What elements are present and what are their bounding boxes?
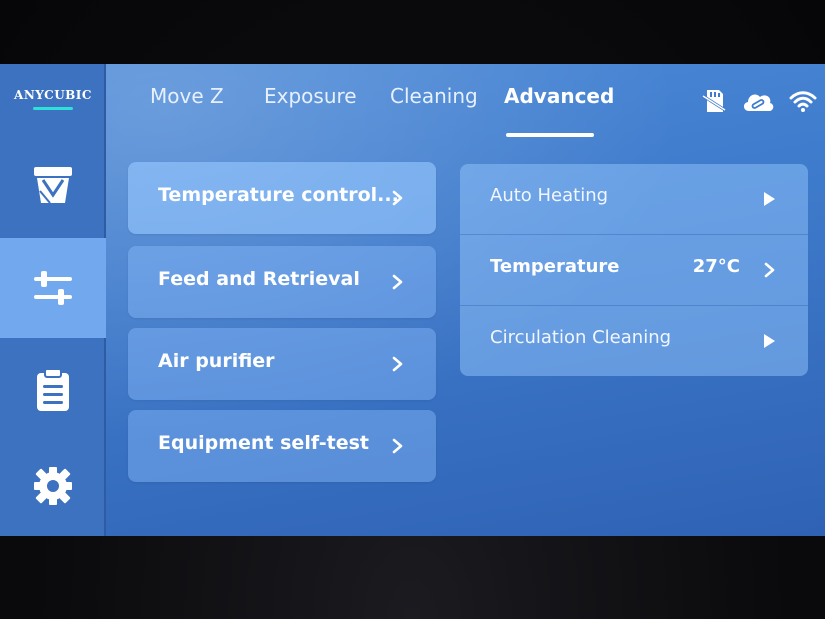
resin-vat-icon bbox=[34, 167, 72, 204]
gear-icon bbox=[34, 467, 72, 505]
active-tab-indicator bbox=[506, 133, 594, 137]
chevron-right-icon bbox=[764, 262, 775, 278]
temperature-row[interactable]: Temperature 27°C bbox=[460, 234, 808, 305]
sd-card-icon bbox=[702, 90, 726, 112]
tab-exposure[interactable]: Exposure bbox=[264, 84, 357, 108]
sidebar-item-settings[interactable] bbox=[0, 436, 106, 536]
cloud-link-icon bbox=[743, 94, 774, 111]
chevron-right-icon bbox=[392, 274, 403, 290]
tab-bar: Move Z Exposure Cleaning Advanced bbox=[106, 64, 825, 137]
play-icon bbox=[764, 334, 775, 348]
auto-heating-row[interactable]: Auto Heating bbox=[460, 164, 808, 234]
menu-item-label: Temperature control... bbox=[158, 184, 399, 206]
temperature-panel: Auto Heating Temperature 27°C Circulatio… bbox=[460, 164, 808, 376]
tab-cleaning[interactable]: Cleaning bbox=[390, 84, 478, 108]
touch-screen: ANYCUBIC Move Z Exposure Cleaning Advanc… bbox=[0, 64, 825, 536]
chevron-right-icon bbox=[392, 438, 403, 454]
circulation-cleaning-label: Circulation Cleaning bbox=[490, 327, 672, 348]
menu-item-label: Equipment self-test bbox=[158, 432, 370, 454]
menu-item-label: Air purifier bbox=[158, 350, 275, 372]
tab-advanced[interactable]: Advanced bbox=[504, 84, 614, 108]
chevron-right-icon bbox=[392, 356, 403, 372]
brand-name: ANYCUBIC bbox=[14, 88, 92, 102]
menu-item-equipment-self-test[interactable]: Equipment self-test bbox=[128, 410, 436, 482]
brand-logo: ANYCUBIC bbox=[0, 64, 106, 134]
play-icon bbox=[764, 192, 775, 206]
status-icons bbox=[701, 88, 817, 114]
menu-item-air-purifier[interactable]: Air purifier bbox=[128, 328, 436, 400]
sliders-icon bbox=[34, 271, 72, 305]
circulation-cleaning-row[interactable]: Circulation Cleaning bbox=[460, 305, 808, 376]
wifi-icon bbox=[789, 91, 817, 112]
temperature-label: Temperature bbox=[490, 256, 620, 277]
tab-move-z[interactable]: Move Z bbox=[150, 84, 224, 108]
auto-heating-label: Auto Heating bbox=[490, 185, 609, 206]
brand-underline bbox=[33, 107, 73, 110]
clipboard-icon bbox=[37, 368, 69, 411]
sidebar-item-tools[interactable] bbox=[0, 238, 106, 338]
menu-item-temperature-control[interactable]: Temperature control... bbox=[128, 162, 436, 234]
temperature-value: 27°C bbox=[692, 256, 740, 277]
sidebar-item-files[interactable] bbox=[0, 340, 106, 440]
sidebar-item-print-vat[interactable] bbox=[0, 136, 106, 236]
chevron-right-icon bbox=[392, 190, 403, 206]
menu-item-feed-and-retrieval[interactable]: Feed and Retrieval bbox=[128, 246, 436, 318]
menu-item-label: Feed and Retrieval bbox=[158, 268, 360, 290]
sidebar: ANYCUBIC bbox=[0, 64, 106, 536]
